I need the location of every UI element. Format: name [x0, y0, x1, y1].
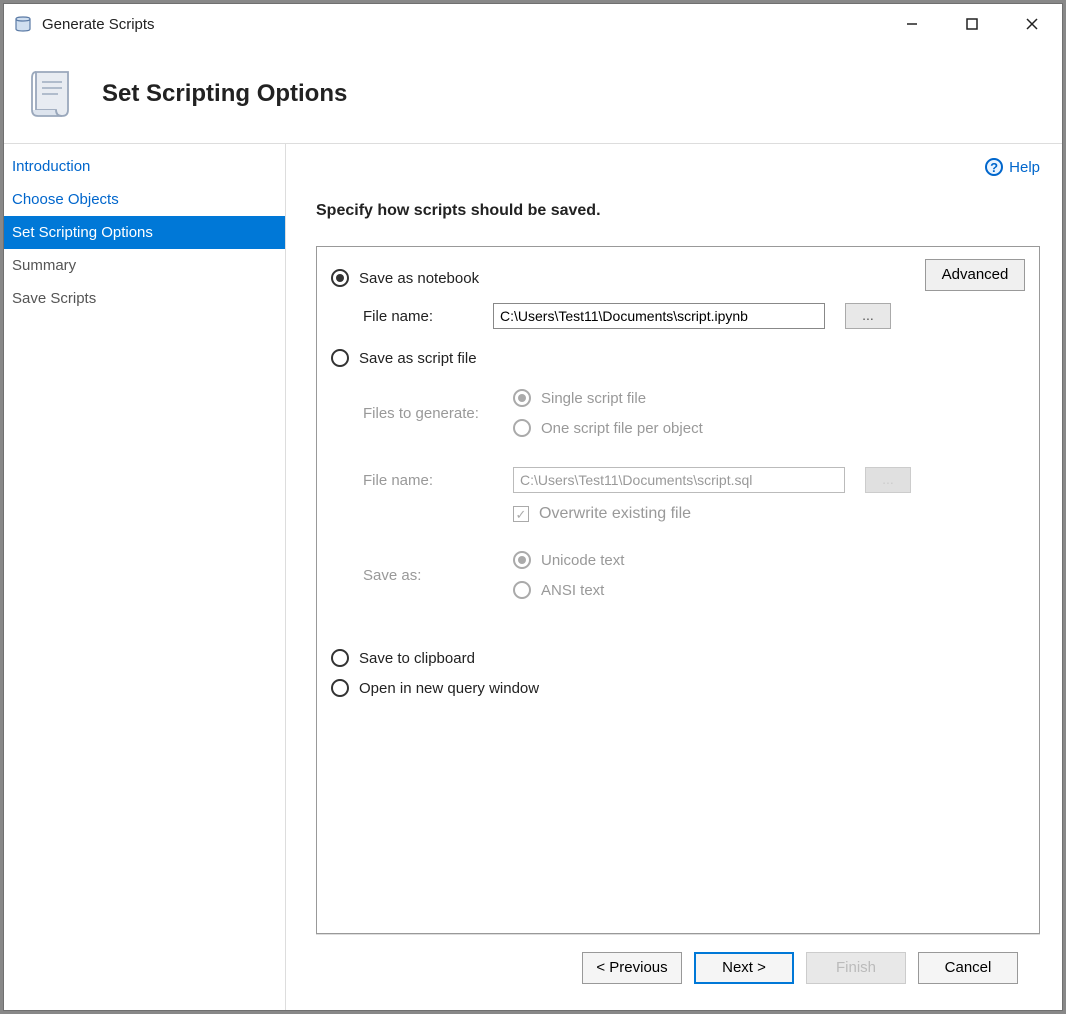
radio-icon	[513, 581, 531, 599]
radio-icon	[513, 551, 531, 569]
save-as-label: Save as:	[363, 567, 493, 584]
notebook-fields: File name: ...	[363, 303, 1025, 329]
sidebar-item-choose-objects[interactable]: Choose Objects	[4, 183, 285, 216]
page-title: Set Scripting Options	[102, 80, 347, 108]
radio-save-notebook[interactable]: Save as notebook	[331, 269, 1025, 287]
section-heading: Specify how scripts should be saved.	[316, 202, 1040, 220]
sidebar-item-save-scripts: Save Scripts	[4, 282, 285, 315]
next-button[interactable]: Next >	[694, 952, 794, 984]
window-controls	[882, 4, 1062, 44]
minimize-button[interactable]	[882, 4, 942, 44]
radio-icon	[331, 679, 349, 697]
wizard-steps-sidebar: Introduction Choose Objects Set Scriptin…	[4, 144, 286, 1010]
radio-label: Save as script file	[359, 350, 477, 367]
script-file-fields: Files to generate: Single script file On…	[363, 383, 1025, 605]
single-file-label: Single script file	[541, 390, 646, 407]
notebook-browse-button[interactable]: ...	[845, 303, 891, 329]
radio-icon	[331, 649, 349, 667]
options-panel: Advanced Save as notebook File name: ...	[316, 246, 1040, 934]
radio-save-clipboard[interactable]: Save to clipboard	[331, 649, 1025, 667]
radio-icon	[331, 349, 349, 367]
help-link[interactable]: ? Help	[985, 158, 1040, 176]
notebook-file-label: File name:	[363, 308, 473, 325]
per-object-label: One script file per object	[541, 420, 703, 437]
radio-label: Open in new query window	[359, 680, 539, 697]
app-icon	[14, 14, 34, 34]
dialog-window: Generate Scripts Set Scripting Options	[3, 3, 1063, 1011]
help-icon: ?	[985, 158, 1003, 176]
help-label: Help	[1009, 159, 1040, 176]
finish-button: Finish	[806, 952, 906, 984]
script-icon	[24, 66, 80, 122]
notebook-file-input[interactable]	[493, 303, 825, 329]
unicode-label: Unicode text	[541, 552, 624, 569]
radio-open-query-window[interactable]: Open in new query window	[331, 679, 1025, 697]
radio-label: Save to clipboard	[359, 650, 475, 667]
sidebar-item-set-scripting-options[interactable]: Set Scripting Options	[4, 216, 285, 249]
previous-button[interactable]: < Previous	[582, 952, 682, 984]
dialog-body: Introduction Choose Objects Set Scriptin…	[4, 144, 1062, 1010]
main-content: ? Help Specify how scripts should be sav…	[286, 144, 1062, 1010]
script-browse-button: ...	[865, 467, 911, 493]
sidebar-item-summary: Summary	[4, 249, 285, 282]
close-button[interactable]	[1002, 4, 1062, 44]
radio-icon	[513, 419, 531, 437]
titlebar: Generate Scripts	[4, 4, 1062, 44]
radio-icon	[331, 269, 349, 287]
files-to-generate-label: Files to generate:	[363, 405, 493, 422]
ansi-label: ANSI text	[541, 582, 604, 599]
wizard-footer: < Previous Next > Finish Cancel	[316, 934, 1040, 1000]
maximize-button[interactable]	[942, 4, 1002, 44]
cancel-button[interactable]: Cancel	[918, 952, 1018, 984]
script-file-input	[513, 467, 845, 493]
dialog-header: Set Scripting Options	[4, 44, 1062, 144]
radio-icon	[513, 389, 531, 407]
advanced-button[interactable]: Advanced	[925, 259, 1025, 291]
overwrite-label: Overwrite existing file	[539, 505, 691, 523]
radio-label: Save as notebook	[359, 270, 479, 287]
sidebar-item-introduction[interactable]: Introduction	[4, 150, 285, 183]
window-title: Generate Scripts	[42, 16, 882, 33]
script-file-label: File name:	[363, 472, 493, 489]
overwrite-checkbox: ✓	[513, 506, 529, 522]
radio-save-script-file[interactable]: Save as script file	[331, 349, 1025, 367]
